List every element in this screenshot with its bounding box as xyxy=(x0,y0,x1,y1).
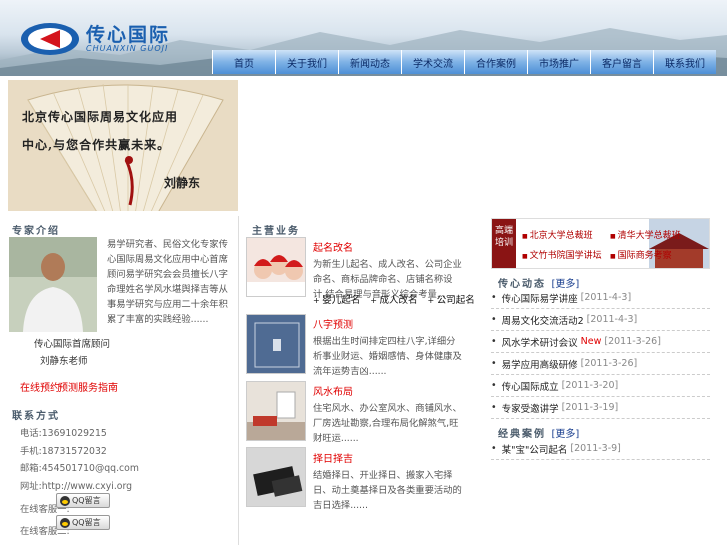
nav-academic[interactable]: 学术交流 xyxy=(401,50,464,74)
logo-icon xyxy=(21,23,79,55)
nav-cases[interactable]: 合作案例 xyxy=(464,50,527,74)
contact-email: 邮箱:454501710@qq.com xyxy=(20,463,139,474)
qq-icon xyxy=(60,517,70,528)
building-image xyxy=(649,219,709,268)
nav-about[interactable]: 关于我们 xyxy=(275,50,338,74)
logo-subtext: CHUANXIN GUOJI xyxy=(86,44,169,53)
business-text-3: 住宅风水、办公室风水、商铺风水、厂房选址勘察,合理布局化解煞气,旺财旺运....… xyxy=(313,403,462,444)
sub-link-company-naming[interactable]: 公司起名 xyxy=(428,292,475,306)
nav-message[interactable]: 客户留言 xyxy=(590,50,653,74)
expert-section-title: 专家介绍 xyxy=(12,226,60,237)
banner-signature: 刘静东 xyxy=(164,176,201,190)
banner: 北京传心国际周易文化应用 中心,与您合作共赢未来。 刘静东 xyxy=(8,80,238,211)
news-item[interactable]: 风水学术研讨会议New[2011-3-26] xyxy=(491,331,710,353)
business-image-1[interactable] xyxy=(246,237,306,297)
appointment-link[interactable]: 在线预约 xyxy=(20,379,60,394)
news-item[interactable]: 周易文化交流活动2[2011-4-3] xyxy=(491,309,710,331)
qq-icon xyxy=(60,495,70,506)
sub-link-baby-naming[interactable]: 婴儿起名 xyxy=(313,292,360,306)
news-item[interactable]: 专家受邀讲学[2011-3-19] xyxy=(491,397,710,419)
business-text-2: 根据出生时间排定四柱八字,详细分析事业财运、婚姻感情、身体健康及流年运势吉凶..… xyxy=(313,336,462,377)
contact-website: 网址:http://www.cxyi.org xyxy=(20,481,133,492)
business-section-title: 主营业务 xyxy=(252,226,300,237)
business-image-4[interactable] xyxy=(246,447,306,507)
page: 传心国际 CHUANXIN GUOJI 首页 关于我们 新闻动态 学术交流 合作… xyxy=(0,0,727,545)
news-item[interactable]: 传心国际易学讲座[2011-4-3] xyxy=(491,287,710,309)
expert-caption-name: 刘静东老师 xyxy=(40,356,88,367)
business-image-3[interactable] xyxy=(246,381,306,441)
training-tag: 高端培训 xyxy=(492,219,516,268)
nav-contact[interactable]: 联系我们 xyxy=(653,50,716,74)
banner-slogan-1: 北京传心国际周易文化应用 xyxy=(22,110,179,124)
room-image xyxy=(247,382,305,440)
news-item[interactable]: 传心国际成立[2011-3-20] xyxy=(491,375,710,397)
contact-phone: 电话:13691029215 xyxy=(20,428,107,439)
training-item-forum[interactable]: 文竹书院国学讲坛 xyxy=(522,248,602,261)
business-title-1[interactable]: 起名改名 xyxy=(313,239,353,254)
training-item-pku[interactable]: 北京大学总裁班 xyxy=(522,228,593,241)
news-item[interactable]: 易学应用高级研修[2011-3-26] xyxy=(491,353,710,375)
training-item-business[interactable]: 国际商务考察 xyxy=(610,248,672,261)
training-item-tsinghua[interactable]: 清华大学总裁班 xyxy=(610,228,681,241)
portrait-image xyxy=(9,237,97,332)
nav-market[interactable]: 市场推广 xyxy=(527,50,590,74)
service-guide-link[interactable]: 预测服务指南 xyxy=(58,379,118,394)
case-item[interactable]: 某"宝"公司起名[2011-3-9] xyxy=(491,438,710,460)
expert-caption-title: 传心国际首席顾问 xyxy=(34,339,111,350)
business-image-2[interactable] xyxy=(246,314,306,374)
qq-message-button-2[interactable]: QQ留言 xyxy=(56,515,110,530)
main-nav: 首页 关于我们 新闻动态 学术交流 合作案例 市场推广 客户留言 联系我们 xyxy=(212,50,716,74)
book-image xyxy=(247,315,305,373)
training-banner: 高端培训 北京大学总裁班 清华大学总裁班 文竹书院国学讲坛 国际商务考察 xyxy=(491,218,710,269)
column-divider xyxy=(238,216,239,545)
business-text-4: 结婚择日、开业择日、搬家入宅择日、动土奠基择日及各类重要活动的吉日选择.....… xyxy=(313,470,462,511)
seal-image xyxy=(247,448,305,506)
banner-slogan-2: 中心,与您合作共赢未来。 xyxy=(22,138,171,152)
header: 传心国际 CHUANXIN GUOJI 首页 关于我们 新闻动态 学术交流 合作… xyxy=(0,0,727,76)
babies-image xyxy=(247,238,305,296)
expert-photo xyxy=(9,237,97,332)
qq-message-button-1[interactable]: QQ留言 xyxy=(56,493,110,508)
business-title-4[interactable]: 择日择吉 xyxy=(313,450,353,465)
business-title-2[interactable]: 八字预测 xyxy=(313,316,353,331)
nav-home[interactable]: 首页 xyxy=(212,50,275,74)
business-title-3[interactable]: 风水布局 xyxy=(313,383,353,398)
logo-text: 传心国际 xyxy=(86,24,171,46)
sub-link-adult-rename[interactable]: 成人改名 xyxy=(370,292,418,306)
business-sub-links: 婴儿起名 成人改名 公司起名 xyxy=(313,292,475,306)
nav-news[interactable]: 新闻动态 xyxy=(338,50,401,74)
contact-mobile: 手机:18731572032 xyxy=(20,446,107,457)
contact-section-title: 联系方式 xyxy=(12,411,60,422)
expert-intro: 易学研究者、民俗文化专家传心国际周易文化应用中心首席顾问易学研究会会员擅长八字命… xyxy=(107,239,228,325)
